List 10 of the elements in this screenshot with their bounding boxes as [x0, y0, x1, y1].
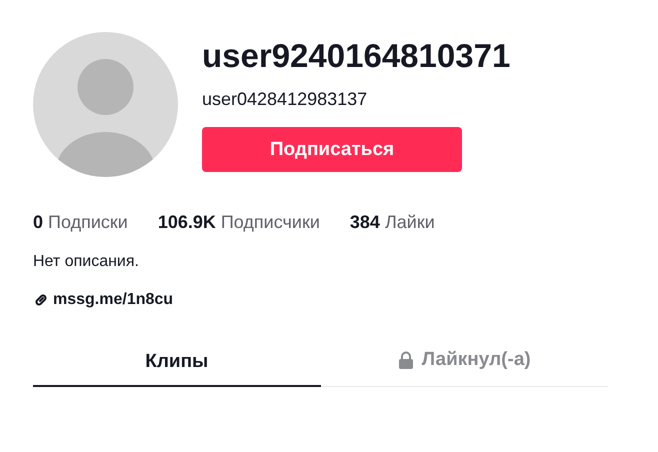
stat-item: 384 Лайки: [350, 211, 435, 234]
profile-link[interactable]: mssg.me/1n8cu: [53, 288, 174, 312]
stat-item: 0 Подписки: [33, 211, 128, 234]
link-icon: [33, 292, 49, 308]
username: user9240164810371: [202, 38, 510, 74]
follow-button[interactable]: Подписаться: [202, 127, 462, 172]
profile-tab[interactable]: Клипы: [33, 340, 320, 387]
bio-text: Нет описания.: [33, 252, 140, 272]
nickname: user0428412983137: [202, 88, 368, 112]
stat-item: 106.9K Подписчики: [158, 211, 320, 234]
